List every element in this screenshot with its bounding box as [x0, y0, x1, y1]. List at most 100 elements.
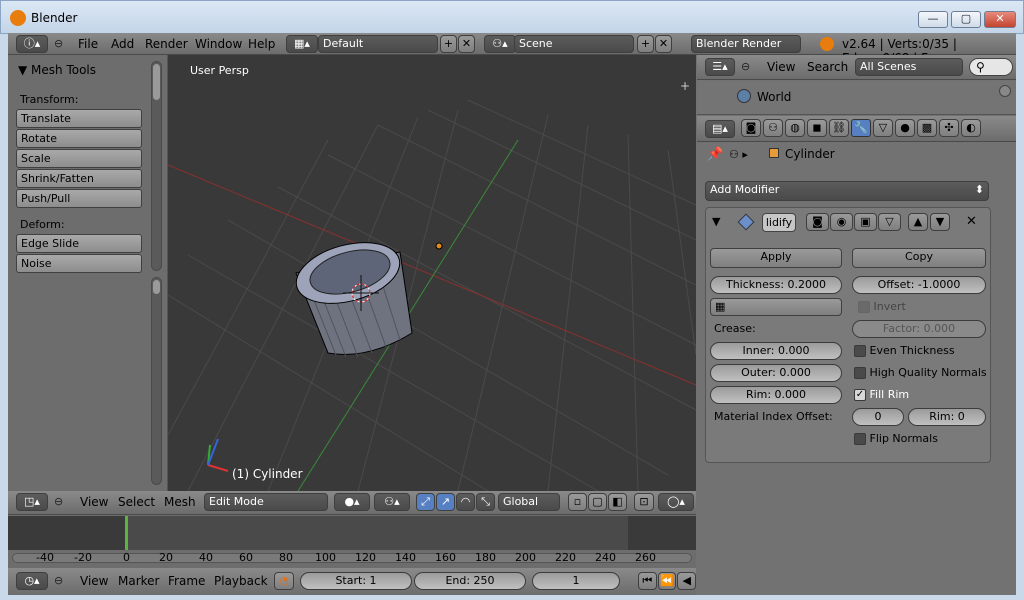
inner-crease-field[interactable]: Inner: 0.000: [710, 342, 842, 360]
3d-header-collapse-icon[interactable]: ⊖: [54, 494, 63, 510]
outliner-search-field[interactable]: ⚲: [969, 58, 1013, 76]
viewport-toggle-icon[interactable]: ◉: [830, 213, 853, 231]
play-reverse-icon[interactable]: ◀: [677, 572, 697, 590]
vertex-group-field[interactable]: ▦: [710, 298, 842, 316]
copy-button[interactable]: Copy: [852, 248, 986, 268]
invert-checkbox[interactable]: Invert: [858, 300, 906, 313]
high-quality-normals-checkbox[interactable]: High Quality Normals: [854, 366, 987, 379]
view3d-menu-view[interactable]: View: [80, 495, 108, 509]
menu-window[interactable]: Window: [195, 37, 242, 51]
particles-tab-icon[interactable]: ✣: [939, 119, 959, 137]
3d-editor-type-icon[interactable]: ◳▴: [16, 493, 48, 511]
tool-options-scrollbar[interactable]: [151, 277, 162, 485]
layout-field[interactable]: Default: [318, 35, 438, 53]
remove-modifier-icon[interactable]: ✕: [966, 214, 977, 229]
manipulator-icon[interactable]: ⤢: [416, 493, 435, 511]
3d-viewport[interactable]: User Persp (1) Cylinder +: [168, 55, 696, 491]
world-tab-icon[interactable]: ◍: [785, 119, 805, 137]
scene-tab-icon[interactable]: ⚇: [763, 119, 783, 137]
pin-icon[interactable]: 📌: [707, 147, 723, 162]
close-button[interactable]: ✕: [984, 11, 1016, 28]
outer-crease-field[interactable]: Outer: 0.000: [710, 364, 842, 382]
modifier-name-field[interactable]: lidify: [762, 213, 796, 232]
move-down-icon[interactable]: ▼: [930, 213, 950, 231]
timeline-menu-view[interactable]: View: [80, 574, 108, 588]
timeline-type-icon[interactable]: ◷▴: [16, 572, 48, 590]
outliner-collapse-icon[interactable]: ⊖: [741, 59, 750, 75]
outliner-type-icon[interactable]: ☰▴: [705, 58, 735, 76]
render-engine-dropdown[interactable]: Blender Render: [691, 35, 801, 53]
menu-render[interactable]: Render: [145, 37, 188, 51]
flip-normals-checkbox[interactable]: Flip Normals: [854, 432, 938, 445]
scale-button[interactable]: Scale: [16, 149, 142, 168]
render-tab-icon[interactable]: ◙: [741, 119, 761, 137]
apply-button[interactable]: Apply: [710, 248, 842, 268]
cage-toggle-icon[interactable]: ▽: [878, 213, 901, 231]
add-scene-icon[interactable]: +: [637, 35, 654, 53]
view3d-menu-select[interactable]: Select: [118, 495, 155, 509]
current-frame-marker[interactable]: [125, 516, 128, 550]
outliner-filter-dropdown[interactable]: All Scenes: [855, 58, 963, 76]
edge-select-icon[interactable]: ▢: [588, 493, 607, 511]
minimize-button[interactable]: —: [918, 11, 948, 28]
texture-tab-icon[interactable]: ▩: [917, 119, 937, 137]
offset-field[interactable]: Offset: -1.0000: [852, 276, 986, 294]
editor-type-info-icon[interactable]: ⓘ▴: [16, 35, 48, 53]
properties-panel-plus-icon[interactable]: +: [680, 79, 690, 93]
pivot-dropdown[interactable]: ⚇▴: [374, 493, 410, 511]
add-modifier-dropdown[interactable]: Add Modifier ⬍: [705, 181, 989, 201]
cylinder-mesh[interactable]: [290, 232, 413, 358]
scene-field[interactable]: Scene: [514, 35, 634, 53]
outliner-scroll-icon[interactable]: [999, 85, 1011, 97]
material-tab-icon[interactable]: ●: [895, 119, 915, 137]
occlude-geometry-icon[interactable]: ⊡: [634, 493, 654, 511]
move-up-icon[interactable]: ▲: [908, 213, 928, 231]
even-thickness-checkbox[interactable]: Even Thickness: [854, 344, 955, 357]
scale-manipulator-icon[interactable]: ⤡: [476, 493, 495, 511]
vertex-select-icon[interactable]: ▫: [568, 493, 587, 511]
menu-add[interactable]: Add: [111, 37, 134, 51]
noise-button[interactable]: Noise: [16, 254, 142, 273]
object-tab-icon[interactable]: ◼: [807, 119, 827, 137]
translate-manipulator-icon[interactable]: ↗: [436, 493, 455, 511]
transform-orientation-dropdown[interactable]: Global: [498, 493, 560, 511]
outliner-menu-search[interactable]: Search: [807, 60, 848, 74]
add-layout-icon[interactable]: +: [440, 35, 457, 53]
shading-dropdown[interactable]: ●▴: [334, 493, 370, 511]
factor-field[interactable]: Factor: 0.000: [852, 320, 986, 338]
physics-tab-icon[interactable]: ◐: [961, 119, 981, 137]
push-pull-button[interactable]: Push/Pull: [16, 189, 142, 208]
maximize-button[interactable]: ▢: [951, 11, 981, 28]
edge-slide-button[interactable]: Edge Slide: [16, 234, 142, 253]
material-offset-field[interactable]: 0: [852, 408, 904, 426]
fill-rim-checkbox[interactable]: ✓ Fill Rim: [854, 388, 909, 401]
thickness-field[interactable]: Thickness: 0.2000: [710, 276, 842, 294]
data-tab-icon[interactable]: ▽: [873, 119, 893, 137]
tool-options-scroll-thumb[interactable]: [153, 280, 160, 294]
end-frame-field[interactable]: End: 250: [414, 572, 526, 590]
preview-range-icon[interactable]: ◔: [274, 572, 294, 590]
menu-help[interactable]: Help: [248, 37, 275, 51]
timeline-menu-playback[interactable]: Playback: [214, 574, 268, 588]
editmode-toggle-icon[interactable]: ▣: [854, 213, 877, 231]
shrink-fatten-button[interactable]: Shrink/Fatten: [16, 169, 142, 188]
render-toggle-icon[interactable]: ◙: [806, 213, 829, 231]
rotate-button[interactable]: Rotate: [16, 129, 142, 148]
face-select-icon[interactable]: ◧: [608, 493, 627, 511]
remove-layout-icon[interactable]: ✕: [458, 35, 475, 53]
translate-button[interactable]: Translate: [16, 109, 142, 128]
proportional-edit-icon[interactable]: ◯▴: [658, 493, 694, 511]
outliner-menu-view[interactable]: View: [767, 60, 795, 74]
material-rim-field[interactable]: Rim: 0: [908, 408, 986, 426]
timeline-menu-marker[interactable]: Marker: [118, 574, 159, 588]
timeline-collapse-icon[interactable]: ⊖: [54, 573, 63, 589]
outliner-world-item[interactable]: World: [757, 90, 791, 104]
collapse-arrow-icon[interactable]: ▼: [712, 215, 720, 228]
collapse-menu-icon[interactable]: ⊖: [54, 36, 63, 52]
timeline-menu-frame[interactable]: Frame: [168, 574, 205, 588]
timeline-track[interactable]: [8, 516, 696, 550]
properties-type-icon[interactable]: ▤▴: [705, 120, 735, 138]
remove-scene-icon[interactable]: ✕: [655, 35, 672, 53]
start-frame-field[interactable]: Start: 1: [300, 572, 412, 590]
current-frame-field[interactable]: 1: [532, 572, 620, 590]
